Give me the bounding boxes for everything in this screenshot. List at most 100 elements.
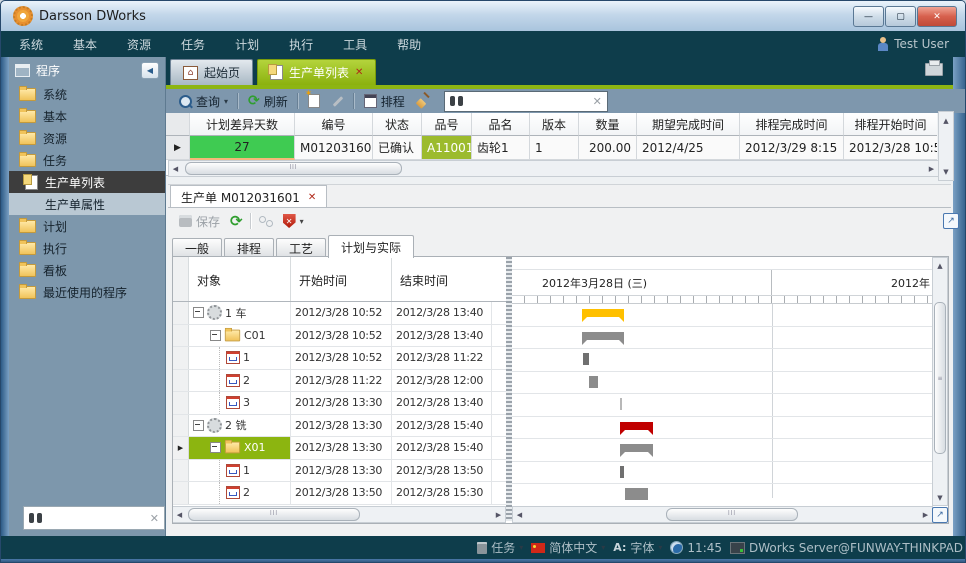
cell-status[interactable]: 已确认 xyxy=(373,136,422,160)
cell-code[interactable]: M012031601 xyxy=(295,136,373,160)
gantt-bar-task[interactable] xyxy=(620,466,624,478)
tree-object-cell[interactable]: C01 xyxy=(189,325,291,347)
scroll-thumb[interactable] xyxy=(666,508,798,521)
sidebar-item-board[interactable]: 看板 xyxy=(9,259,165,281)
cell-item-no[interactable]: A11001 xyxy=(422,136,472,160)
gantt-bar-task[interactable] xyxy=(620,398,622,410)
tree-object-cell[interactable]: 2 铣 xyxy=(189,415,291,437)
popout-icon[interactable]: ↗ xyxy=(943,213,959,229)
scroll-right-icon[interactable]: ▶ xyxy=(925,162,938,175)
sidebar-item-plan[interactable]: 计划 xyxy=(9,215,165,237)
tab-plan-vs-actual[interactable]: 计划与实际 xyxy=(328,235,414,258)
schedule-button[interactable]: 排程 xyxy=(361,91,408,112)
col-status[interactable]: 状态 xyxy=(373,113,422,136)
grid-v-scrollbar[interactable]: ▲ ▼ xyxy=(938,111,954,181)
tree-row[interactable]: 1 车 2012/3/28 10:52 2012/3/28 13:40 xyxy=(173,302,506,325)
sidebar-collapse-button[interactable]: ◀ xyxy=(141,62,159,79)
scroll-down-icon[interactable]: ▼ xyxy=(940,165,953,178)
clean-button[interactable] xyxy=(414,93,432,109)
cell-sched-start[interactable]: 2012/3/28 10:52 xyxy=(844,136,937,160)
collapse-box-icon[interactable] xyxy=(210,330,221,341)
scroll-thumb[interactable] xyxy=(188,508,360,521)
menu-execute[interactable]: 执行 xyxy=(289,36,313,53)
tab-home[interactable]: ⌂ 起始页 xyxy=(170,59,253,85)
edit-button[interactable] xyxy=(329,98,347,105)
close-button[interactable]: ✕ xyxy=(917,6,957,27)
menu-task[interactable]: 任务 xyxy=(181,36,205,53)
sidebar-item-basic[interactable]: 基本 xyxy=(9,105,165,127)
scroll-left-icon[interactable]: ◀ xyxy=(513,508,526,521)
status-font-menu[interactable]: A: 字体 ▾ xyxy=(613,539,662,556)
col-start-time[interactable]: 开始时间 xyxy=(291,257,392,301)
tree-row[interactable]: 1 2012/3/28 10:52 2012/3/28 11:22 xyxy=(173,347,506,370)
tree-h-scrollbar[interactable]: ◀ ▶ xyxy=(173,506,506,523)
scroll-left-icon[interactable]: ◀ xyxy=(173,508,186,521)
gantt-bar-task[interactable] xyxy=(625,488,648,500)
col-item-name[interactable]: 品名 xyxy=(472,113,530,136)
tree-row[interactable]: 2 铣 2012/3/28 13:30 2012/3/28 15:40 xyxy=(173,415,506,438)
tree-object-cell[interactable]: 1 xyxy=(189,347,291,369)
tab-production-order-list[interactable]: 生产单列表 ✕ xyxy=(257,59,376,85)
menu-resource[interactable]: 资源 xyxy=(127,36,151,53)
restore-button[interactable]: ▢ xyxy=(885,6,916,27)
gantt-bar-late-summary[interactable] xyxy=(620,422,653,430)
sidebar-search-clear-icon[interactable]: ✕ xyxy=(150,512,159,525)
tab-close-icon[interactable]: ✕ xyxy=(355,67,363,78)
col-qty[interactable]: 数量 xyxy=(579,113,637,136)
detail-tab-close-icon[interactable]: ✕ xyxy=(308,192,316,203)
flow-link-icon[interactable] xyxy=(259,215,273,227)
menu-help[interactable]: 帮助 xyxy=(397,36,421,53)
save-button[interactable]: 保存 xyxy=(176,211,223,232)
tab-general[interactable]: 一般 xyxy=(172,238,222,258)
toolbar-search-input[interactable] xyxy=(467,94,589,108)
current-user[interactable]: Test User xyxy=(877,37,949,51)
gantt-bar-task[interactable] xyxy=(589,376,598,388)
col-object[interactable]: 对象 xyxy=(189,257,291,301)
status-task-menu[interactable]: 任务 ▾ xyxy=(477,539,523,556)
tree-row[interactable]: 2 2012/3/28 11:22 2012/3/28 12:00 xyxy=(173,370,506,393)
tree-object-cell[interactable]: 2 xyxy=(189,370,291,392)
cell-sched-finish[interactable]: 2012/3/29 8:15 xyxy=(740,136,844,160)
minimize-button[interactable]: — xyxy=(853,6,884,27)
gantt-bar-actual-summary[interactable] xyxy=(582,332,624,340)
detail-doc-tab[interactable]: 生产单 M012031601 ✕ xyxy=(170,185,327,208)
scroll-left-icon[interactable]: ◀ xyxy=(169,162,182,175)
col-code[interactable]: 编号 xyxy=(295,113,373,136)
tree-row-selected[interactable]: ▶ X01 2012/3/28 13:30 2012/3/28 15:40 xyxy=(173,437,506,460)
col-end-time[interactable]: 结束时间 xyxy=(392,257,492,301)
sidebar-item-resource[interactable]: 资源 xyxy=(9,127,165,149)
scroll-right-icon[interactable]: ▶ xyxy=(919,508,932,521)
col-sched-finish[interactable]: 排程完成时间 xyxy=(740,113,844,136)
tree-object-cell[interactable]: 3 xyxy=(189,392,291,414)
col-item-no[interactable]: 品号 xyxy=(422,113,472,136)
scroll-up-icon[interactable]: ▲ xyxy=(940,114,953,127)
printer-icon[interactable] xyxy=(925,63,943,76)
cell-plan-diff-days[interactable]: 27 xyxy=(190,136,295,160)
tab-process[interactable]: 工艺 xyxy=(276,238,326,258)
tree-row[interactable]: C01 2012/3/28 10:52 2012/3/28 13:40 xyxy=(173,325,506,348)
toolbar-search-clear-icon[interactable]: ✕ xyxy=(593,95,602,108)
refresh-button[interactable]: ⟳ 刷新 xyxy=(245,91,291,112)
gantt-bar-task[interactable] xyxy=(583,353,589,365)
collapse-box-icon[interactable] xyxy=(210,442,221,453)
scroll-up-icon[interactable]: ▲ xyxy=(934,259,947,272)
tree-row[interactable]: 3 2012/3/28 13:30 2012/3/28 13:40 xyxy=(173,392,506,415)
col-version[interactable]: 版本 xyxy=(530,113,579,136)
sidebar-item-execute[interactable]: 执行 xyxy=(9,237,165,259)
query-button[interactable]: 查询 ▾ xyxy=(176,91,231,112)
grid-data-row[interactable]: ▶ 27 M012031601 已确认 A11001 齿轮1 1 200.00 … xyxy=(166,136,937,160)
tree-row[interactable]: 2 2012/3/28 13:50 2012/3/28 15:30 xyxy=(173,482,506,505)
tree-object-cell[interactable]: 2 xyxy=(189,482,291,504)
scroll-thumb[interactable] xyxy=(185,162,402,175)
menu-plan[interactable]: 计划 xyxy=(235,36,259,53)
gantt-h-scrollbar[interactable]: ◀ ▶ xyxy=(512,506,933,523)
gantt-popout-icon[interactable]: ↗ xyxy=(932,507,948,523)
cell-qty[interactable]: 200.00 xyxy=(579,136,637,160)
collapse-box-icon[interactable] xyxy=(193,307,204,318)
gantt-v-scrollbar[interactable]: ▲ ≡ ▼ xyxy=(932,257,948,506)
tree-object-cell[interactable]: X01 xyxy=(189,437,291,459)
tab-schedule[interactable]: 排程 xyxy=(224,238,274,258)
sidebar-item-task[interactable]: 任务 xyxy=(9,149,165,171)
tree-row[interactable]: 1 2012/3/28 13:30 2012/3/28 13:50 xyxy=(173,460,506,483)
sidebar-item-production-order-list[interactable]: 生产单列表 xyxy=(9,171,165,193)
